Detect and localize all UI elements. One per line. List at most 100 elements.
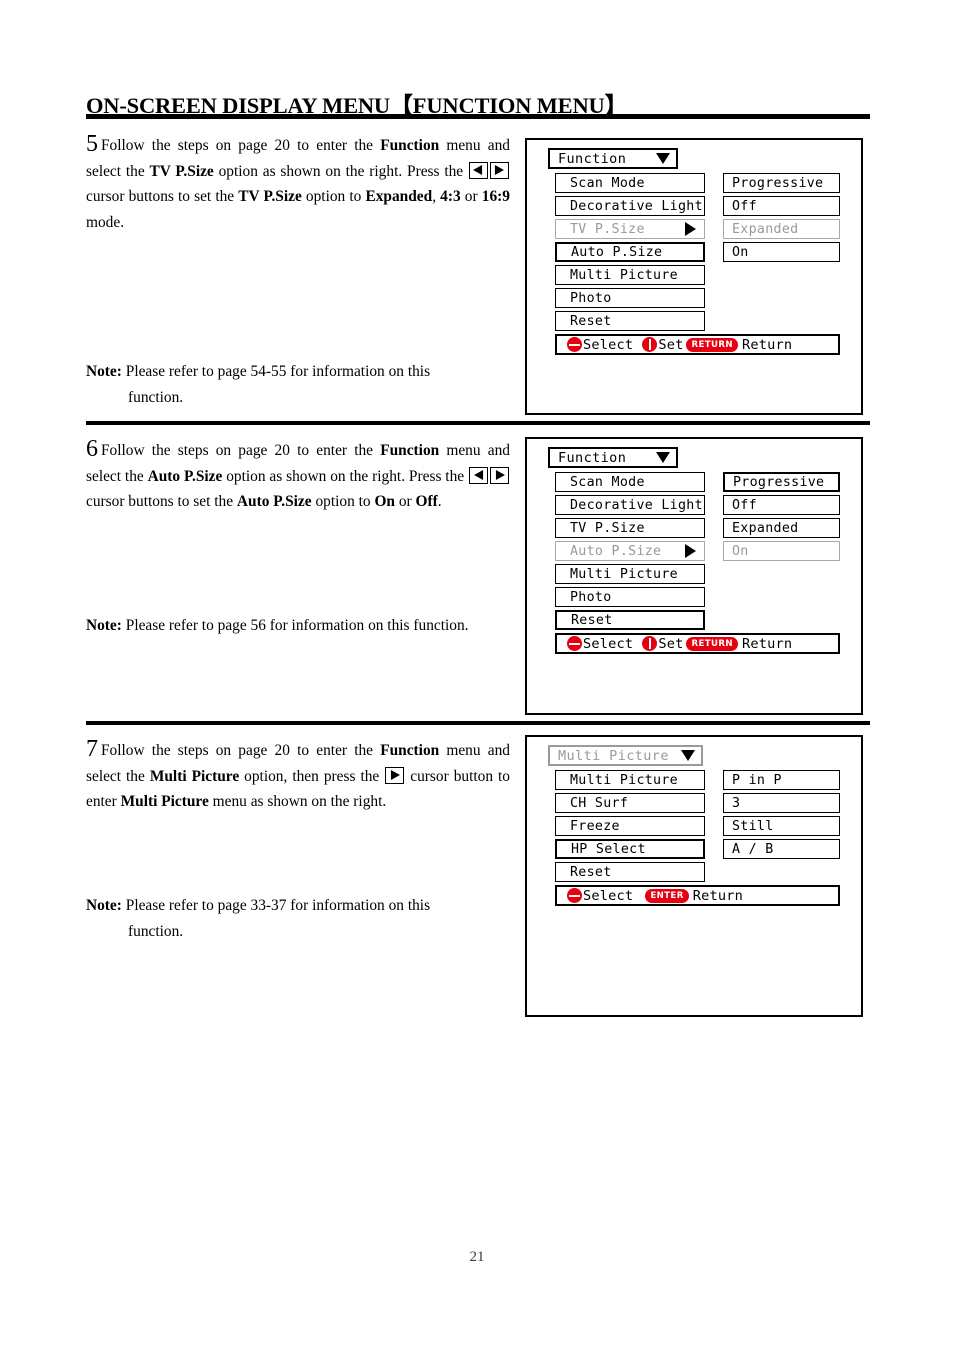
osd-3-row-multi-picture[interactable]: Multi Picture <box>555 770 705 790</box>
chevron-down-icon <box>656 452 670 463</box>
osd-1-value-scan-mode[interactable]: Progressive <box>723 173 840 193</box>
step-7-bold-multi-picture-2: Multi Picture <box>120 793 209 810</box>
step-7-text-1: Follow the steps on page 20 to enter the <box>101 742 381 759</box>
osd-2-row-multi-picture[interactable]: Multi Picture <box>555 564 705 584</box>
step-7-text-5: menu as shown on the right. <box>208 793 387 810</box>
osd-3-row-label: Freeze <box>570 818 620 834</box>
cursor-right-icon <box>490 466 509 484</box>
section-separator-2 <box>86 721 870 725</box>
osd-2-value-scan-mode[interactable]: Progressive <box>723 472 840 492</box>
osd-3-value-label: A / B <box>732 841 774 857</box>
osd-2-value-decorative-light[interactable]: Off <box>723 495 840 515</box>
osd-3-row-label: HP Select <box>571 841 646 857</box>
osd-3-value-hp-select[interactable]: A / B <box>723 839 840 859</box>
osd-3-footer-select-label: Select <box>583 887 634 904</box>
cursor-left-icon <box>468 161 488 179</box>
osd-2-row-auto-psize[interactable]: Auto P.Size <box>555 541 705 561</box>
step-5-text-1: Follow the steps on page 20 to enter the <box>101 137 381 154</box>
osd-1-value-tv-psize[interactable]: Expanded <box>723 219 840 239</box>
step-6-bold-off: Off <box>415 493 438 510</box>
step-6-note: Note: Please refer to page 56 for inform… <box>86 613 516 639</box>
osd-1-row-auto-psize[interactable]: Auto P.Size <box>555 242 705 262</box>
osd-2-footer-return-label: Return <box>742 635 793 652</box>
osd-1-row-photo[interactable]: Photo <box>555 288 705 308</box>
osd-3-value-freeze[interactable]: Still <box>723 816 840 836</box>
cursor-right-icon <box>489 161 509 179</box>
osd-3-title[interactable]: Multi Picture <box>548 745 703 766</box>
osd-1-value-decorative-light[interactable]: Off <box>723 196 840 216</box>
section-separator-1 <box>86 421 870 425</box>
osd-2-row-label: Auto P.Size <box>570 543 662 559</box>
osd-1-value-label: Expanded <box>732 221 799 237</box>
return-badge-icon: RETURN <box>686 337 739 352</box>
osd-panel-function-autopsize: Function Scan Mode Decorative Light TV P… <box>525 437 863 715</box>
osd-1-value-label: Off <box>732 198 757 214</box>
step-6-body: 6 Follow the steps on page 20 to enter th… <box>86 437 510 515</box>
step-6-bold-function: Function <box>380 442 440 459</box>
chevron-down-icon <box>681 750 695 761</box>
osd-2-value-tv-psize[interactable]: Expanded <box>723 518 840 538</box>
step-7-note-line-1: Please refer to page 33-37 for informati… <box>121 897 431 914</box>
osd-1-row-scan-mode[interactable]: Scan Mode <box>555 173 705 193</box>
osd-1-row-label: Multi Picture <box>570 267 678 283</box>
osd-2-row-scan-mode[interactable]: Scan Mode <box>555 472 705 492</box>
page-number: 21 <box>469 1249 485 1265</box>
step-5-note-label: Note: <box>86 363 122 380</box>
osd-3-row-label: Reset <box>570 864 612 880</box>
step-6-note-line-1: Please refer to page 56 for information … <box>121 617 469 634</box>
osd-1-row-decorative-light[interactable]: Decorative Light <box>555 196 705 216</box>
osd-1-footer-select-label: Select <box>583 336 634 353</box>
step-5-bold-169: 16:9 <box>481 188 510 205</box>
step-5-bold-expanded: Expanded <box>365 188 433 205</box>
step-7-note-label: Note: <box>86 897 122 914</box>
osd-1-row-label: Auto P.Size <box>571 244 663 260</box>
step-5-number: 5 <box>86 131 98 157</box>
osd-3-row-freeze[interactable]: Freeze <box>555 816 705 836</box>
step-5-text-8: mode. <box>86 213 125 231</box>
step-6-text-6: or <box>394 493 416 510</box>
osd-1-value-label: On <box>732 244 749 260</box>
osd-3-row-hp-select[interactable]: HP Select <box>555 839 705 859</box>
chevron-down-icon <box>656 153 670 164</box>
osd-3-row-reset[interactable]: Reset <box>555 862 705 882</box>
osd-1-row-reset[interactable]: Reset <box>555 311 705 331</box>
return-badge-icon: RETURN <box>686 636 739 651</box>
step-6-note-label: Note: <box>86 617 122 634</box>
step-7-note: Note: Please refer to page 33-37 for inf… <box>86 893 510 944</box>
osd-3-footer: Select ENTER Return <box>555 885 840 906</box>
osd-2-row-decorative-light[interactable]: Decorative Light <box>555 495 705 515</box>
osd-1-row-multi-picture[interactable]: Multi Picture <box>555 265 705 285</box>
osd-2-row-reset[interactable]: Reset <box>555 610 705 630</box>
osd-1-value-auto-psize[interactable]: On <box>723 242 840 262</box>
osd-2-row-tv-psize[interactable]: TV P.Size <box>555 518 705 538</box>
step-5-text-4: cursor buttons to set the <box>86 188 239 205</box>
step-5-text-6: , <box>432 188 441 205</box>
step-5-bold-43: 4:3 <box>440 188 461 205</box>
osd-2-value-auto-psize[interactable]: On <box>723 541 840 561</box>
osd-3-value-label: 3 <box>732 795 741 811</box>
step-7-body: 7 Follow the steps on page 20 to enter th… <box>86 737 510 815</box>
osd-2-title-label: Function <box>558 449 627 466</box>
cursor-left-icon <box>469 466 488 484</box>
osd-1-row-label: TV P.Size <box>570 221 645 237</box>
osd-2-title[interactable]: Function <box>548 447 678 468</box>
chevron-right-icon <box>685 544 696 558</box>
osd-3-row-ch-surf[interactable]: CH Surf <box>555 793 705 813</box>
osd-2-value-label: Expanded <box>732 520 799 536</box>
step-6-text-4: cursor buttons to set the <box>86 493 237 510</box>
osd-2-row-label: Multi Picture <box>570 566 678 582</box>
osd-3-value-multi-picture[interactable]: P in P <box>723 770 840 790</box>
step-5-body: 5 Follow the steps on page 20 to enter th… <box>86 132 510 235</box>
osd-1-title[interactable]: Function <box>548 148 678 169</box>
up-down-pad-icon <box>567 888 582 903</box>
osd-3-value-ch-surf[interactable]: 3 <box>723 793 840 813</box>
osd-1-row-tv-psize[interactable]: TV P.Size <box>555 219 705 239</box>
osd-2-row-label: Reset <box>571 612 613 628</box>
osd-2-row-photo[interactable]: Photo <box>555 587 705 607</box>
step-5-note: Note: Please refer to page 54-55 for inf… <box>86 359 510 410</box>
cursor-right-icon <box>385 766 405 784</box>
step-5-bold-tv-psize-2: TV P.Size <box>238 188 302 205</box>
step-6-text-1: Follow the steps on page 20 to enter the <box>101 442 381 459</box>
osd-panel-multi-picture: Multi Picture Multi Picture CH Surf Free… <box>525 735 863 1017</box>
step-6-text-3: option as shown on the right. Press the <box>222 467 468 485</box>
